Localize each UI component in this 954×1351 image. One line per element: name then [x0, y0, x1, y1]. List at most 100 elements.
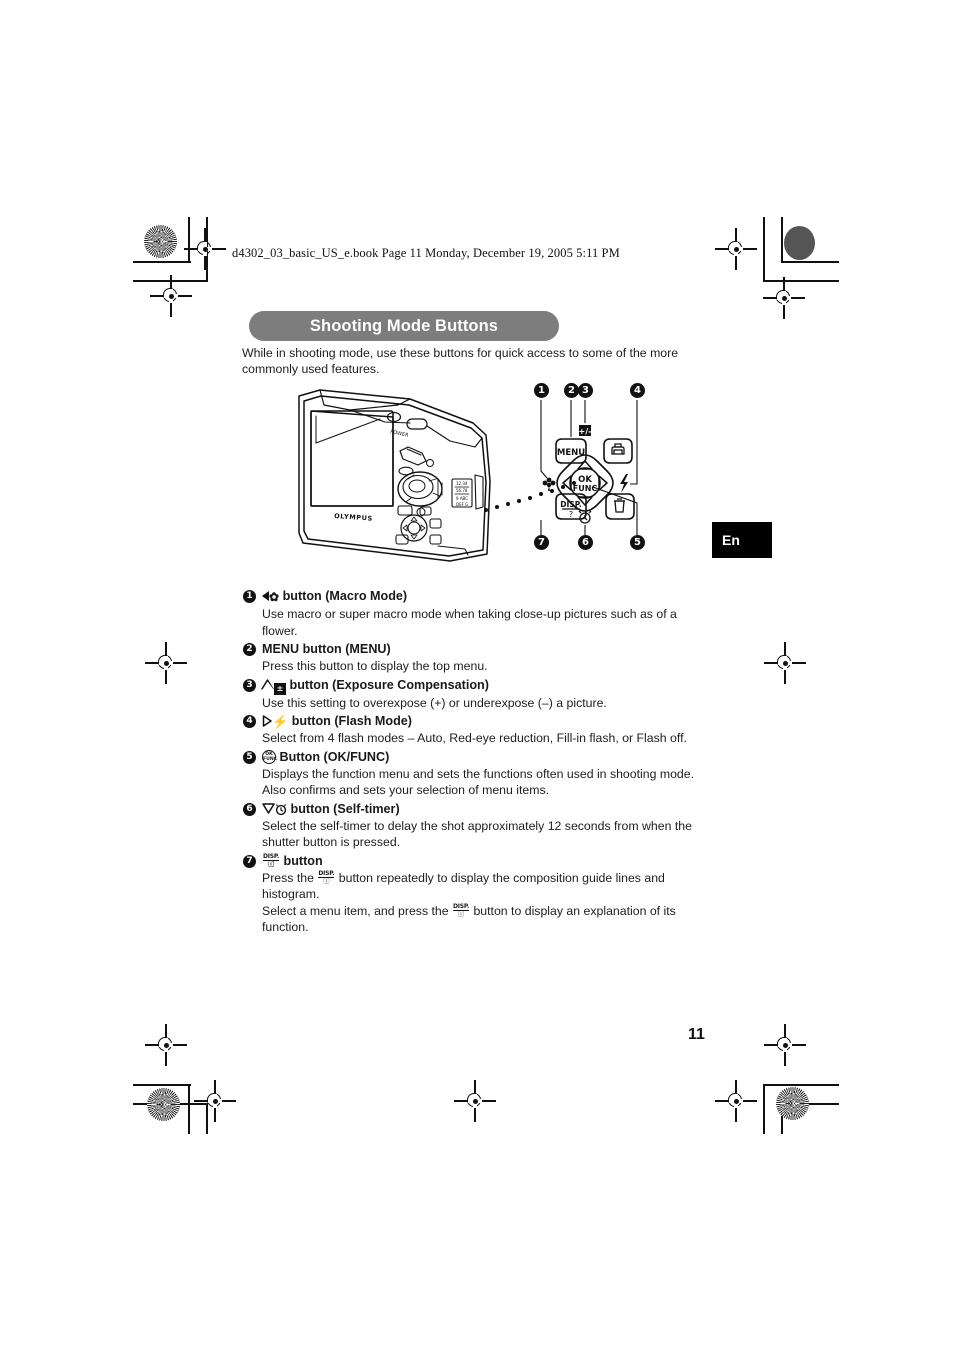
registration-mark-top-right [715, 228, 757, 270]
density-patch-bottom-right [776, 1087, 809, 1120]
density-patch-top-left [144, 225, 177, 258]
crop-line-tr-v1 [763, 217, 765, 281]
density-patch-top-right [784, 226, 815, 260]
self-timer-icon [275, 803, 287, 815]
list-heading-label-4: button (Flash Mode) [291, 714, 413, 728]
arrow-up-icon [262, 681, 274, 690]
list-item-1: 1 ✿ button (Macro Mode) Use macro or sup… [243, 588, 713, 639]
list-item-2: 2 MENU button (MENU) Press this button t… [243, 641, 713, 675]
list-heading-text-2: MENU button (MENU) [262, 642, 391, 656]
camera-diagram: OLYMPUS POWER 12.34 56.78 9 ABC DEF G ME… [290, 383, 680, 563]
svg-text:DISP.: DISP. [560, 500, 582, 509]
list-item-heading: 1 ✿ button (Macro Mode) [243, 588, 713, 606]
arrow-right-icon [262, 715, 272, 727]
callout-6: 6 [578, 535, 593, 550]
list-number-7: 7 [243, 854, 256, 868]
svg-text:MENU: MENU [557, 448, 585, 458]
page-number: 11 [688, 1026, 705, 1043]
svg-text:+/-: +/- [579, 427, 592, 436]
list-body-4: Select from 4 flash modes – Auto, Red-ey… [262, 731, 687, 745]
list-item-heading: 2 MENU button (MENU) [243, 641, 713, 658]
registration-mark-middle-right [764, 642, 806, 684]
arrow-left-icon [262, 591, 269, 601]
list-number-6: 6 [243, 802, 256, 816]
registration-mark-bottom-right [715, 1080, 757, 1122]
list-item-heading: 3 ± button (Exposure Compensation) [243, 677, 713, 695]
button-description-list: 1 ✿ button (Macro Mode) Use macro or sup… [243, 588, 713, 938]
flash-bolt-icon: ⚡ [272, 714, 289, 729]
registration-mark-lower-right [764, 1024, 806, 1066]
registration-mark-upper-left [150, 275, 192, 317]
list-body-5-line1: Displays the function menu and sets the … [262, 766, 695, 781]
callout-3: 3 [578, 383, 593, 398]
disp-guide-icon: DISP. ⓘ [452, 902, 470, 918]
svg-text:DEF G: DEF G [456, 502, 468, 507]
callout-7: 7 [534, 535, 549, 550]
registration-mark-upper-right [763, 277, 805, 319]
list-heading-label-1: button (Macro Mode) [282, 589, 408, 603]
registration-mark-lower-left [145, 1024, 187, 1066]
arrow-down-icon [262, 802, 275, 814]
crop-line-tr-h1 [781, 261, 839, 263]
svg-text:56.78: 56.78 [456, 488, 468, 493]
section-title-banner: Shooting Mode Buttons [249, 311, 559, 341]
list-heading-label-5: Button (OK/FUNC) [279, 749, 390, 764]
disp-guide-icon: DISP. ⓘ [262, 852, 280, 868]
language-tab: En [712, 522, 772, 558]
list-number-3: 3 [243, 678, 256, 692]
crop-line-tl-h3 [188, 280, 208, 282]
ok-func-icon: OK FUNC [262, 749, 277, 764]
camera-illustration: OLYMPUS POWER 12.34 56.78 9 ABC DEF G ME… [298, 389, 638, 562]
list-number-1: 1 [243, 590, 256, 603]
list-heading-text-5: OK FUNC Button (OK/FUNC) [262, 749, 713, 766]
svg-text:12.34: 12.34 [456, 481, 468, 486]
svg-text:?: ? [569, 510, 573, 519]
crop-line-tr-v2 [781, 217, 783, 262]
density-patch-bottom-left [147, 1088, 180, 1121]
list-heading-text-1: ✿ button (Macro Mode) [262, 588, 713, 606]
list-number-4: 4 [243, 715, 256, 728]
crop-line-tl-h2 [133, 280, 191, 282]
list-item-heading: 7 DISP. ⓘ button [243, 853, 713, 870]
list-item-7: 7 DISP. ⓘ button Press the DISP. ⓘ button … [243, 853, 713, 936]
crop-line-br-h1 [763, 1084, 839, 1086]
list-body-1: Use macro or super macro mode when takin… [262, 607, 677, 638]
callout-5: 5 [630, 535, 645, 550]
intro-paragraph: While in shooting mode, use these button… [242, 346, 679, 376]
list-body-7-line1: Press the DISP. ⓘ button repeatedly to di… [262, 870, 713, 903]
language-tab-label: En [722, 532, 740, 548]
crop-line-bl-h1 [133, 1084, 191, 1086]
list-item-heading: 4 ⚡ button (Flash Mode) [243, 713, 713, 730]
crop-line-tl-h1 [133, 261, 191, 263]
list-item-heading: 6 button (Self-timer) [243, 801, 713, 818]
svg-text:FUNC: FUNC [573, 484, 598, 493]
list-item-4: 4 ⚡ button (Flash Mode) Select from 4 fl… [243, 713, 713, 747]
list-number-5: 5 [243, 750, 256, 764]
callout-2: 2 [564, 383, 579, 398]
list-heading-text-4: ⚡ button (Flash Mode) [262, 713, 713, 730]
crop-line-tl-v1 [188, 217, 190, 262]
registration-mark-top-left [184, 228, 226, 270]
callout-1: 1 [534, 383, 549, 398]
registration-mark-bottom-left [194, 1080, 236, 1122]
exposure-compensation-icon: ± [274, 682, 286, 695]
crop-line-br-v1 [763, 1084, 765, 1134]
macro-flower-icon: ✿ [269, 590, 280, 604]
file-header-line: d4302_03_basic_US_e.book Page 11 Monday,… [232, 246, 620, 260]
disp-guide-icon: DISP. ⓘ [318, 869, 335, 885]
crop-line-bl-v1 [188, 1084, 190, 1134]
list-item-heading: 5 OK FUNC Button (OK/FUNC) [243, 749, 713, 766]
list-item-6: 6 button (Self-timer) Select the self-ti… [243, 801, 713, 851]
svg-text:9 ABC: 9 ABC [456, 496, 468, 501]
page-title: Shooting Mode Buttons [309, 316, 499, 335]
list-heading-label-6: button (Self-timer) [290, 801, 400, 816]
registration-mark-bottom-center [454, 1080, 496, 1122]
list-body-3: Use this setting to overexpose (+) or un… [262, 695, 607, 710]
list-body-7-text1: Press the DISP. ⓘ button repeatedly to di… [262, 869, 665, 902]
list-heading-text-3: ± button (Exposure Compensation) [261, 677, 713, 695]
svg-text:OLYMPUS: OLYMPUS [334, 512, 373, 523]
list-heading-label-7: button [283, 853, 323, 868]
list-number-2: 2 [243, 643, 256, 656]
callout-4: 4 [630, 383, 645, 398]
list-body-7-text2: Select a menu item, and press the DISP. ⓘ… [262, 902, 676, 935]
